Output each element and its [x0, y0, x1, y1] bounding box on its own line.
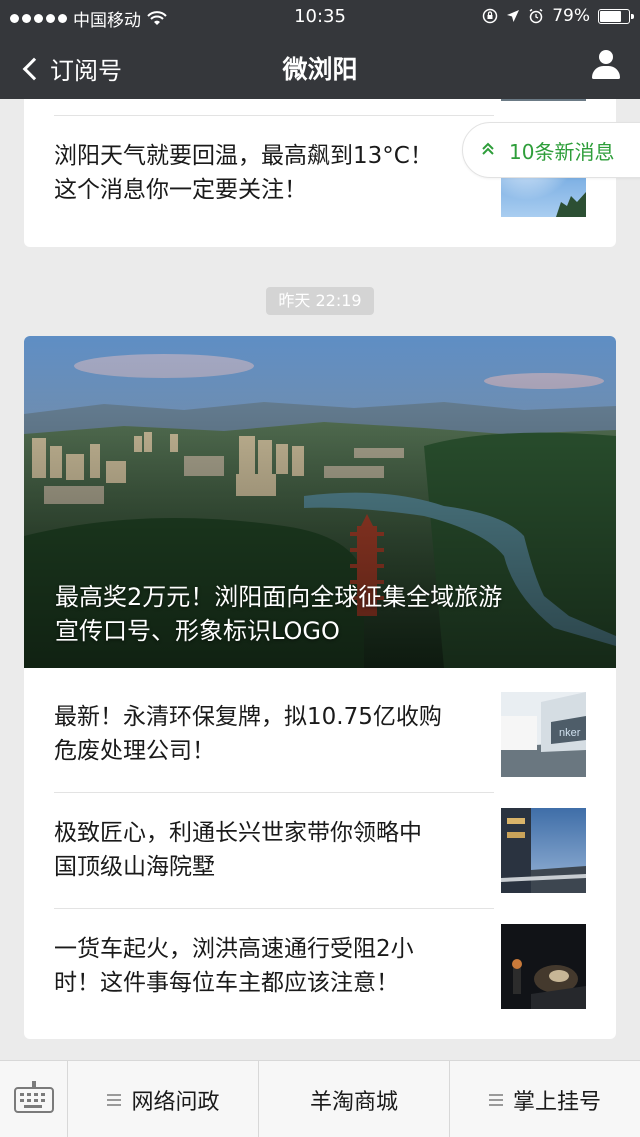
- bottom-menu: 网络问政 羊淘商城 掌上挂号: [0, 1060, 640, 1137]
- article-title-line: 浏阳天气就要回温，最高飙到13°C！: [54, 143, 433, 169]
- submenu-icon: [107, 1093, 122, 1106]
- message-digest-card: 最高奖2万元！浏阳面向全球征集全域旅游 宣传口号、形象标识LOGO 最新！永清环…: [24, 336, 616, 1039]
- battery-icon: [598, 8, 634, 24]
- navigation-bar: 订阅号 微浏阳: [0, 33, 640, 99]
- double-chevron-up-icon: [481, 142, 495, 159]
- article-thumbnail[interactable]: [501, 924, 586, 1009]
- headline-article[interactable]: 最高奖2万元！浏阳面向全球征集全域旅游 宣传口号、形象标识LOGO: [24, 336, 616, 668]
- list-item[interactable]: 最新！永清环保复牌，拟10.75亿收购 危废处理公司！: [54, 700, 494, 768]
- new-messages-button[interactable]: 10条新消息: [462, 122, 640, 178]
- alarm-icon: [529, 8, 543, 24]
- headline-title-line: 宣传口号、形象标识LOGO: [55, 617, 340, 645]
- divider: [54, 792, 494, 793]
- menu-item-zhangshang-guahao[interactable]: 掌上挂号: [450, 1061, 640, 1137]
- submenu-icon: [488, 1093, 503, 1106]
- list-item[interactable]: 一货车起火，浏洪高速通行受阻2小 时！这件事每位车主都应该注意！: [54, 932, 494, 1000]
- person-icon[interactable]: [590, 50, 622, 80]
- keyboard-icon: [14, 1087, 54, 1113]
- article-thumbnail[interactable]: nker: [501, 692, 586, 777]
- article-title-line: 时！这件事每位车主都应该注意！: [54, 970, 399, 996]
- rotation-lock-icon: [482, 8, 498, 24]
- thumbnail-partial: [501, 99, 586, 101]
- status-bar: 中国移动 10:35 79%: [0, 0, 640, 33]
- page-title: 微浏阳: [282, 55, 358, 84]
- battery-percent: 79%: [552, 6, 590, 26]
- location-icon: [507, 10, 520, 22]
- article-title-line: 一货车起火，浏洪高速通行受阻2小: [54, 936, 414, 962]
- article-title-line: 国顶级山海院墅: [54, 854, 215, 880]
- top-bar: 中国移动 10:35 79% 订阅号 微浏阳: [0, 0, 640, 99]
- menu-item-label: 羊淘商城: [309, 1089, 398, 1115]
- menu-item-wangluo-wenzheng[interactable]: 网络问政: [69, 1061, 259, 1137]
- article-title-line: 极致匠心，利通长兴世家带你领略中: [54, 820, 422, 846]
- article-title-line: 危废处理公司！: [54, 738, 215, 764]
- new-messages-label: 10条新消息: [509, 139, 615, 164]
- divider: [54, 115, 494, 116]
- list-item[interactable]: 浏阳天气就要回温，最高飙到13°C！ 这个消息你一定要关注！: [54, 139, 494, 207]
- svg-text:nker: nker: [559, 727, 581, 739]
- list-item[interactable]: 极致匠心，利通长兴世家带你领略中 国顶级山海院墅: [54, 816, 494, 884]
- divider: [54, 908, 494, 909]
- timestamp-divider: 昨天 22:19: [266, 287, 374, 315]
- article-title-line: 这个消息你一定要关注！: [54, 177, 307, 203]
- menu-item-yangtao-mall[interactable]: 羊淘商城: [259, 1061, 450, 1137]
- article-title-line: 最新！永清环保复牌，拟10.75亿收购: [54, 704, 442, 730]
- headline-title-line: 最高奖2万元！浏阳面向全球征集全域旅游: [55, 583, 503, 611]
- headline-title: 最高奖2万元！浏阳面向全球征集全域旅游 宣传口号、形象标识LOGO: [55, 580, 595, 648]
- article-thumbnail[interactable]: [501, 808, 586, 893]
- keyboard-toggle-button[interactable]: [0, 1061, 68, 1137]
- menu-item-label: 网络问政: [131, 1089, 220, 1115]
- menu-item-label: 掌上挂号: [512, 1089, 601, 1115]
